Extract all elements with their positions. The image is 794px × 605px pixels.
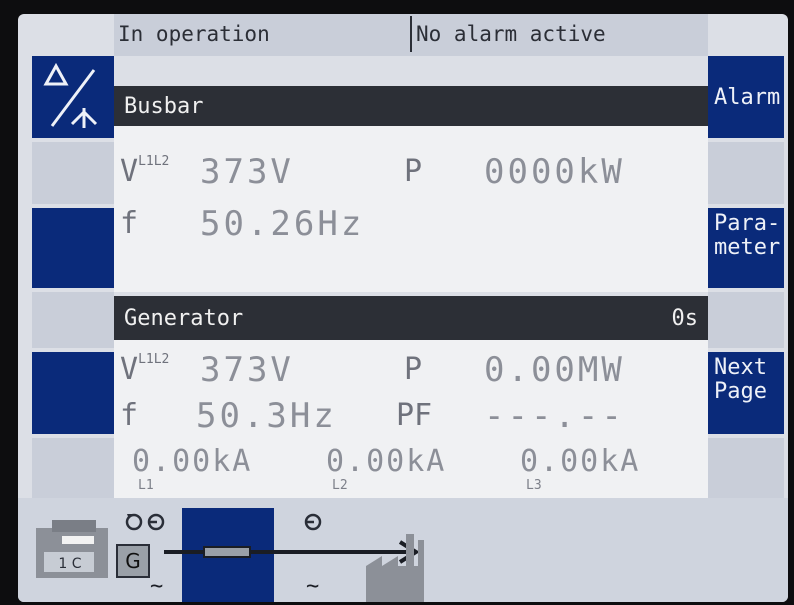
mains-start-icon: [298, 510, 328, 534]
generator-frequency-value: 50.3Hz: [196, 396, 337, 436]
busbar-voltage-value: 373V: [200, 152, 294, 192]
busbar-frequency-value: 50.26Hz: [200, 204, 365, 244]
busbar-power-label: P: [404, 154, 423, 189]
generator-panel: VL1L2 373V P 0.00MW f 50.3Hz PF ---.-- 0…: [114, 340, 708, 498]
busbar-voltage-label: VL1L2: [120, 154, 170, 189]
busbar-panel: VL1L2 373V P 0000kW f 50.26Hz: [114, 126, 708, 292]
right-softkey-empty-3[interactable]: [708, 438, 784, 498]
generator-frequency-label: f: [120, 398, 139, 433]
cust1-button[interactable]: [32, 208, 114, 288]
generator-header: Generator 0s: [114, 296, 708, 340]
generator-pf-label: PF: [396, 398, 433, 433]
alarm-button[interactable]: Alarm: [708, 56, 784, 138]
generator-current-l2: 0.00kA: [326, 444, 447, 479]
right-softkey-empty-1[interactable]: [708, 142, 784, 204]
svg-text:1 C: 1 C: [58, 556, 81, 572]
mode-delta-wye-button[interactable]: [32, 56, 114, 138]
generator-ac-icon: ~: [150, 574, 164, 599]
generator-current-l1-label: L1: [138, 478, 154, 493]
operation-status: In operation: [118, 22, 270, 46]
left-softkey-empty-1[interactable]: [32, 142, 114, 204]
generator-current-l3-label: L3: [526, 478, 542, 493]
factory-icon: [362, 526, 432, 602]
engine-icon: 1 C: [32, 512, 128, 582]
generator-power-value: 0.00MW: [484, 350, 625, 390]
busbar-header: Busbar: [114, 86, 708, 126]
mains-ac-icon: ~: [306, 574, 320, 599]
busbar-frequency-label: f: [120, 206, 139, 241]
delta-wye-icon: [43, 62, 98, 128]
generator-current-l1: 0.00kA: [132, 444, 253, 479]
busbar-power-value: 0000kW: [484, 152, 625, 192]
parameter-button[interactable]: Para- meter: [708, 208, 784, 288]
generator-current-l3: 0.00kA: [520, 444, 641, 479]
generator-current-l2-label: L2: [332, 478, 348, 493]
alarm-status: No alarm active: [416, 22, 606, 46]
left-softkey-empty-2[interactable]: [32, 292, 114, 348]
generator-start-icon: [122, 510, 170, 534]
right-softkey-empty-2[interactable]: [708, 292, 784, 348]
generator-timer: 0s: [671, 305, 699, 331]
left-softkey-empty-3[interactable]: [32, 438, 114, 498]
status-divider: [410, 16, 412, 52]
cust2-button[interactable]: [32, 352, 114, 434]
generator-voltage-label: VL1L2: [120, 352, 170, 387]
generator-pf-value: ---.--: [484, 396, 625, 436]
hmi-screen: In operation No alarm active Alarm Para-…: [18, 14, 788, 602]
busbar-title: Busbar: [124, 93, 204, 119]
generator-power-label: P: [404, 352, 423, 387]
generator-title: Generator: [124, 305, 244, 331]
generator-voltage-value: 373V: [200, 350, 294, 390]
next-page-button[interactable]: Next Page: [708, 352, 784, 434]
generator-icon: G: [116, 544, 150, 578]
